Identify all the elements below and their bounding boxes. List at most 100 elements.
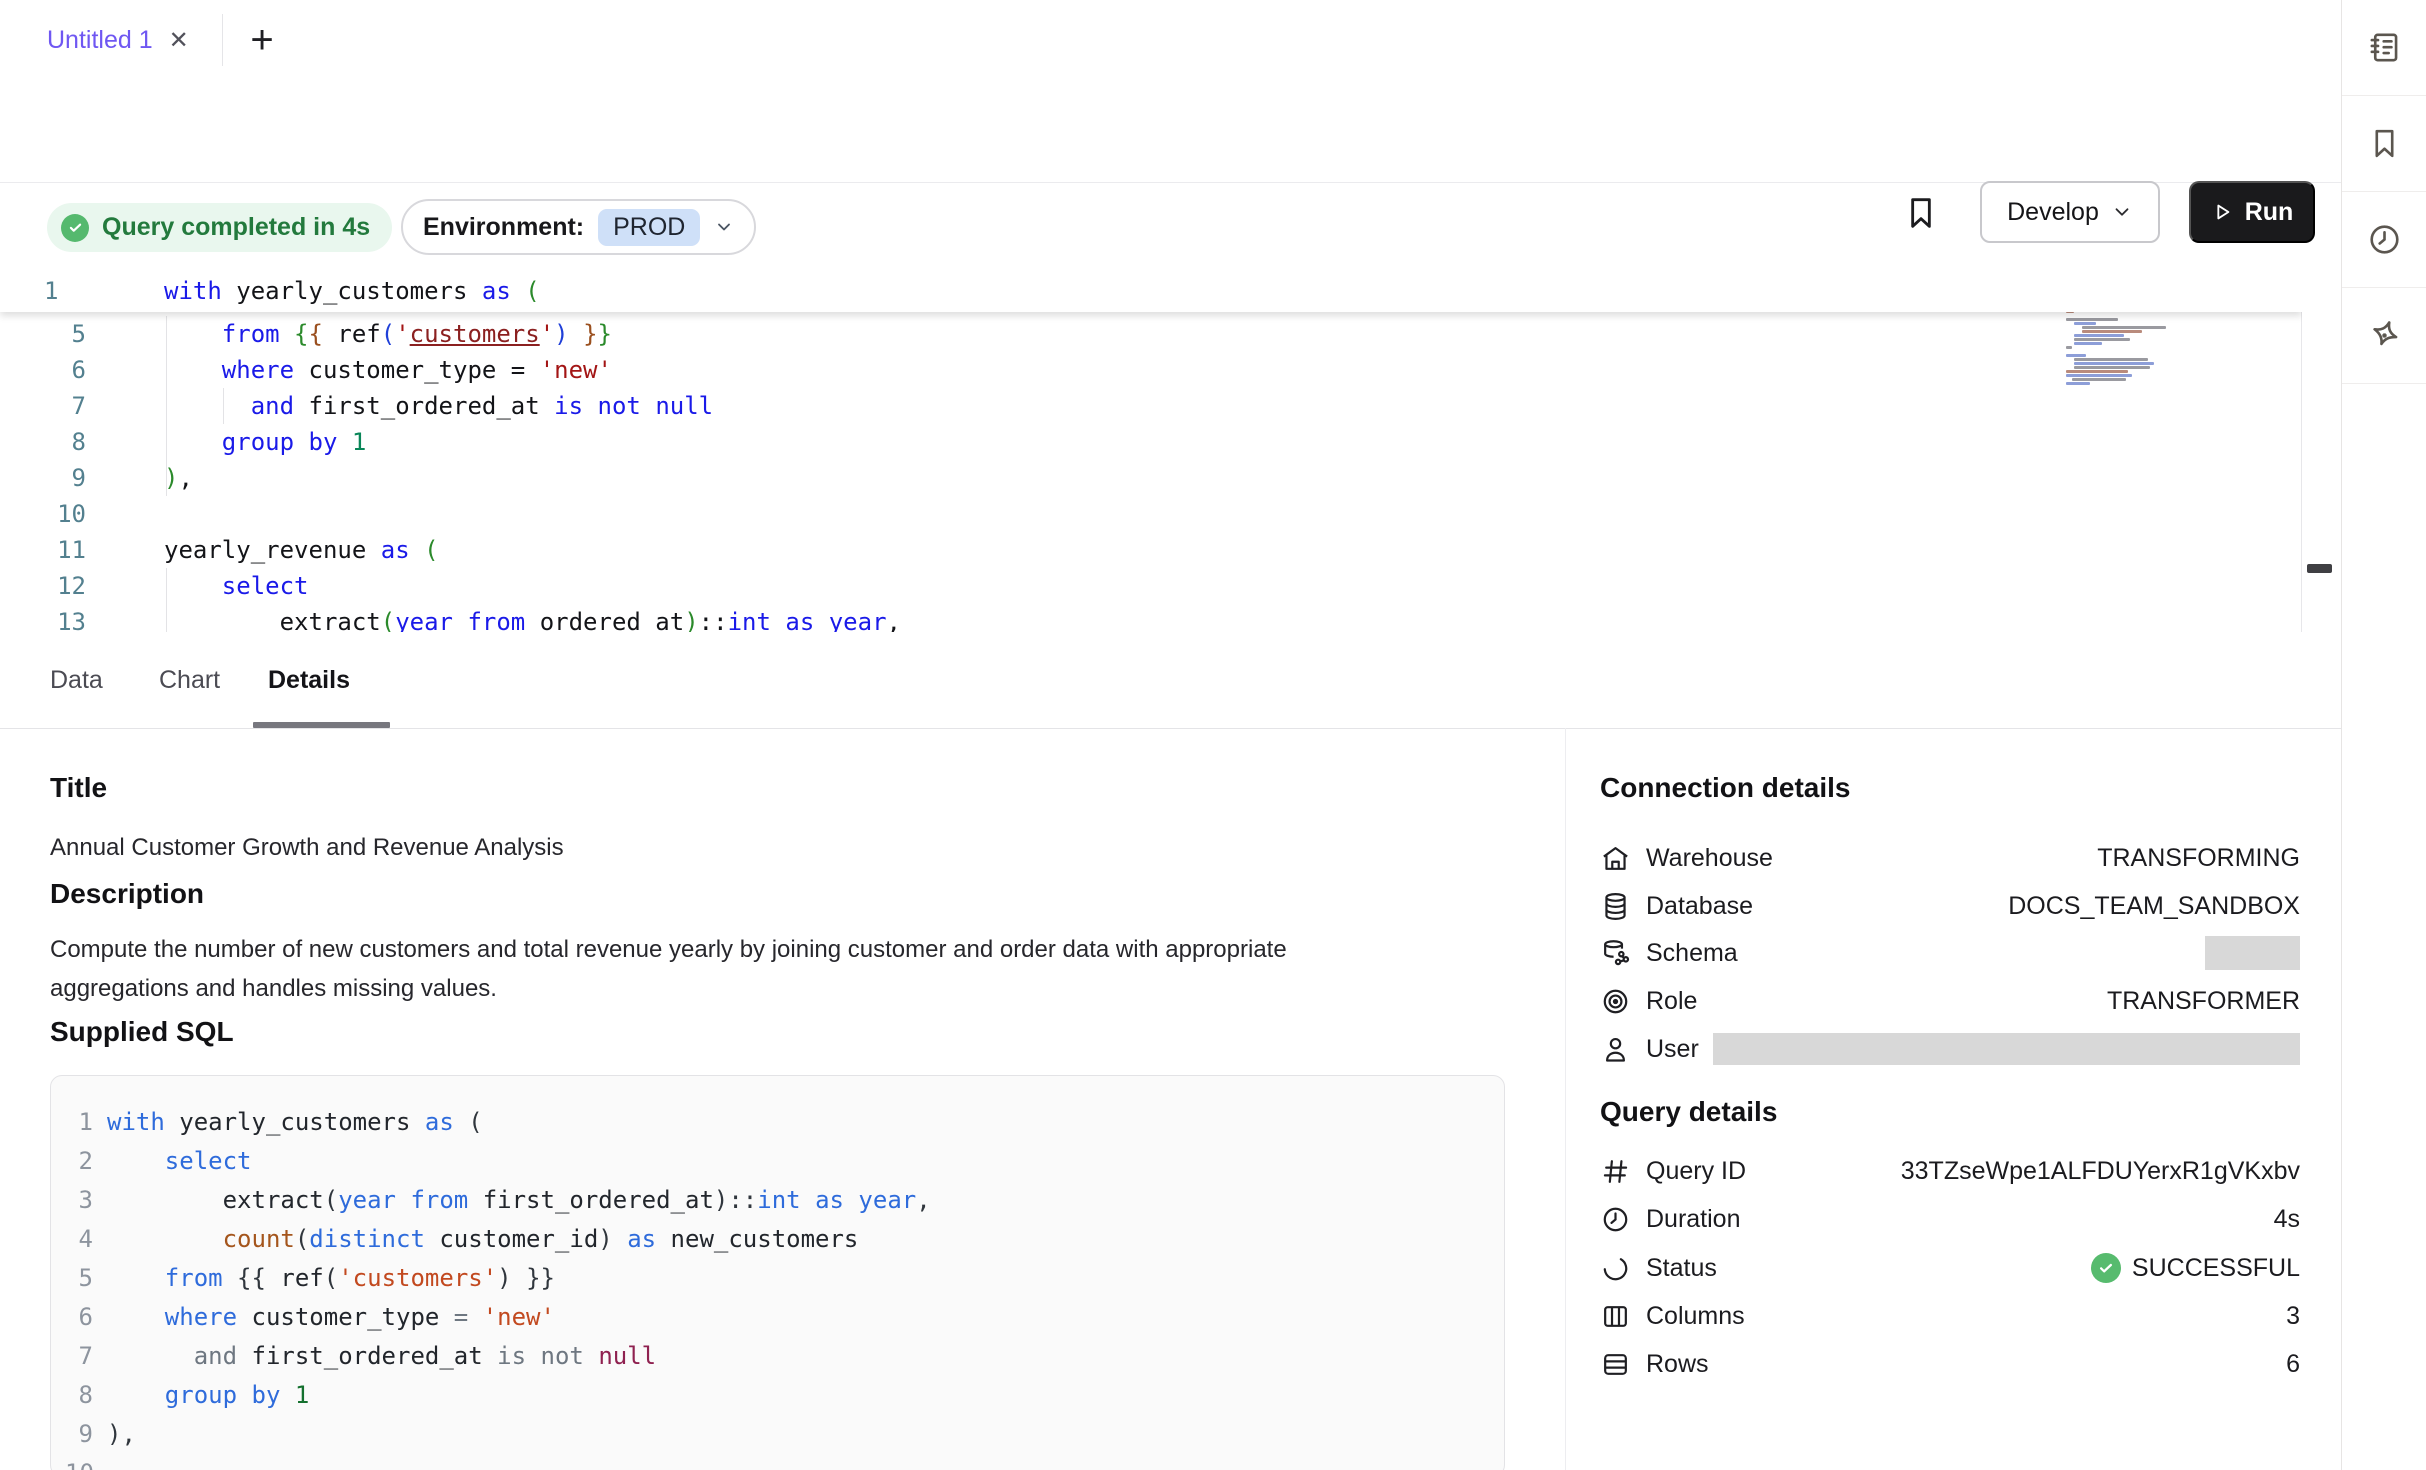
- code-token: ref: [280, 1264, 323, 1292]
- develop-label: Develop: [2007, 198, 2099, 227]
- code-text: from {{ ref('customers') }}: [164, 320, 612, 348]
- code-token: [107, 1225, 223, 1253]
- detail-row-duration: Duration4s: [1600, 1201, 2300, 1237]
- code-token: ::: [699, 608, 728, 632]
- minimap-line: [2074, 342, 2102, 345]
- details-column-divider: [1565, 728, 1566, 1470]
- sql-line: 5 from {{ ref('customers') }}: [51, 1258, 1504, 1297]
- code-token: yearly_customers: [222, 277, 482, 305]
- code-token: 1: [352, 428, 366, 456]
- line-number: 11: [0, 536, 86, 564]
- code-text: with yearly_customers as (: [107, 1108, 483, 1136]
- line-number: 9: [0, 464, 86, 492]
- code-token: [569, 320, 583, 348]
- warehouse-icon: [1600, 843, 1631, 874]
- detail-label-group: Columns: [1600, 1301, 1745, 1332]
- develop-dropdown-button[interactable]: Develop: [1980, 181, 2160, 243]
- code-token: 1: [295, 1381, 309, 1409]
- code-text: count(distinct customer_id) as new_custo…: [107, 1225, 858, 1253]
- code-token: is: [554, 392, 583, 420]
- sidebar-history-clock-icon[interactable]: [2342, 192, 2426, 288]
- redacted-value: [1713, 1033, 2300, 1065]
- code-token: ref: [323, 320, 381, 348]
- line-number: 6: [51, 1303, 93, 1331]
- run-button[interactable]: Run: [2189, 181, 2315, 243]
- code-token: [223, 1264, 237, 1292]
- tab-data[interactable]: Data: [50, 632, 103, 728]
- code-token: customer_type: [237, 1303, 454, 1331]
- code-token: (: [381, 608, 395, 632]
- query-details-heading: Query details: [1600, 1096, 1777, 1128]
- close-tab-icon[interactable]: ✕: [169, 29, 189, 53]
- redacted-value: [2205, 936, 2300, 970]
- line-number: 3: [51, 1186, 93, 1214]
- status-value: SUCCESSFUL: [2091, 1253, 2300, 1283]
- code-token: not: [541, 1342, 584, 1370]
- detail-value: 4s: [2274, 1205, 2300, 1234]
- code-token: year: [395, 608, 453, 632]
- sidebar-notebook-icon[interactable]: [2342, 0, 2426, 96]
- environment-selector[interactable]: Environment: PROD: [401, 199, 756, 255]
- detail-row-role: RoleTRANSFORMER: [1600, 983, 2300, 1019]
- line-number: 10: [51, 1459, 93, 1470]
- detail-label: Status: [1646, 1254, 1717, 1283]
- code-token: count: [223, 1225, 295, 1253]
- code-token: from: [410, 1186, 468, 1214]
- editor-scrollbar-thumb[interactable]: [2307, 564, 2332, 573]
- code-text: extract(year from first_ordered_at)::int…: [107, 1186, 931, 1214]
- tab-untitled-1[interactable]: Untitled 1 ✕: [47, 0, 189, 81]
- code-token: }: [598, 320, 612, 348]
- code-text: extract(year from ordered_at)::int as ye…: [164, 608, 901, 632]
- code-token: [107, 1381, 165, 1409]
- detail-label-group: User: [1600, 1034, 1699, 1065]
- user-icon: [1600, 1034, 1631, 1065]
- role-icon: [1600, 986, 1631, 1017]
- detail-label: Role: [1646, 987, 1697, 1016]
- line-number: 7: [51, 1342, 93, 1370]
- detail-label-group: Schema: [1600, 938, 1738, 969]
- editor-line: 6 where customer_type = 'new': [0, 352, 2302, 388]
- detail-label-group: Role: [1600, 986, 1697, 1017]
- code-token: ): [554, 320, 568, 348]
- editor-sticky-line: 1with yearly_customers as (: [0, 270, 2302, 312]
- code-token: distinct: [309, 1225, 425, 1253]
- code-token: 'new': [540, 356, 612, 384]
- environment-badge: PROD: [598, 209, 700, 246]
- minimap-line: [2074, 338, 2130, 341]
- sql-line: 7 and first_ordered_at is not null: [51, 1336, 1504, 1375]
- bookmark-icon[interactable]: [1901, 193, 1941, 233]
- code-token: (: [424, 536, 438, 564]
- code-token: first_ordered_at: [468, 1186, 714, 1214]
- line-number: 1: [0, 277, 86, 305]
- code-token: null: [598, 1342, 656, 1370]
- code-token: not: [598, 392, 641, 420]
- tab-details[interactable]: Details: [268, 632, 350, 728]
- line-number: 9: [51, 1420, 93, 1448]
- detail-value: TRANSFORMING: [2097, 844, 2300, 873]
- code-token: int: [757, 1186, 800, 1214]
- line-number: 2: [51, 1147, 93, 1175]
- code-token: year: [338, 1186, 396, 1214]
- code-token: by: [252, 1381, 281, 1409]
- sidebar-bookmark-icon[interactable]: [2342, 96, 2426, 192]
- sidebar-copilot-sparkle-icon[interactable]: [2342, 288, 2426, 384]
- code-token: by: [309, 428, 338, 456]
- line-number: 6: [0, 356, 86, 384]
- new-tab-button[interactable]: +: [240, 0, 284, 81]
- code-text: ),: [107, 1420, 136, 1448]
- sql-editor[interactable]: 5 from {{ ref('customers') }}6 where cus…: [0, 270, 2302, 632]
- detail-label: Warehouse: [1646, 844, 1773, 873]
- line-number: 5: [51, 1264, 93, 1292]
- check-circle-icon: [61, 214, 89, 242]
- code-token: [294, 428, 308, 456]
- sql-line: 1with yearly_customers as (: [51, 1102, 1504, 1141]
- tab-chart[interactable]: Chart: [159, 632, 220, 728]
- code-token: customer_id: [425, 1225, 598, 1253]
- code-token: [468, 1303, 482, 1331]
- code-token: [814, 608, 828, 632]
- code-token: {{: [237, 1264, 280, 1292]
- environment-label: Environment:: [423, 213, 584, 242]
- code-token: [164, 608, 280, 632]
- code-token: ): [164, 464, 178, 492]
- code-text: group by 1: [107, 1381, 309, 1409]
